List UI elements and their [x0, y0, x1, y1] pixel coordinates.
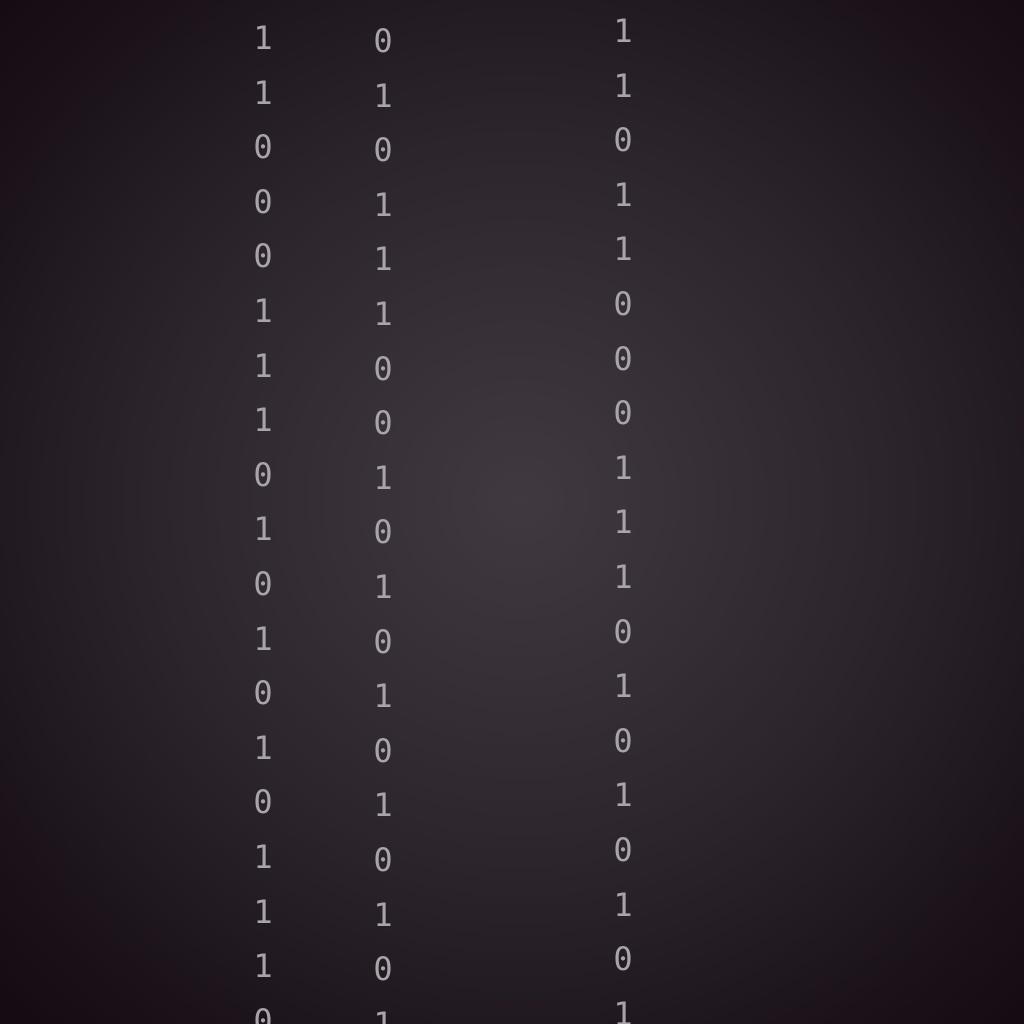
binary-digit: 0 [373, 513, 393, 552]
binary-digit: 0 [373, 950, 393, 989]
binary-digit: 0 [253, 237, 273, 276]
binary-digit: 0 [253, 1001, 273, 1024]
binary-digit: 0 [253, 674, 273, 713]
binary-digit: 1 [373, 1004, 393, 1024]
binary-digit: 0 [613, 830, 633, 869]
binary-digit: 1 [613, 667, 633, 706]
binary-digit: 1 [373, 458, 393, 497]
binary-digit: 1 [373, 294, 393, 333]
binary-digit: 1 [253, 510, 273, 549]
binary-digit: 1 [613, 448, 633, 487]
binary-digit: 1 [613, 175, 633, 214]
binary-column-1: 1 1 0 0 0 1 1 1 0 1 0 1 0 1 0 1 1 1 0 [243, 11, 283, 1024]
binary-digit: 0 [373, 840, 393, 879]
binary-digit: 0 [613, 284, 633, 323]
binary-digit: 1 [373, 567, 393, 606]
binary-digit: 1 [253, 291, 273, 330]
binary-column-2: 0 1 0 1 1 1 0 0 1 0 1 0 1 0 1 0 1 0 1 [363, 14, 403, 1024]
binary-digit: 0 [613, 121, 633, 160]
binary-digit: 1 [613, 885, 633, 924]
binary-digit: 1 [373, 786, 393, 825]
binary-digit: 1 [253, 837, 273, 876]
binary-digit: 1 [253, 947, 273, 986]
binary-digit: 1 [613, 557, 633, 596]
binary-digit: 0 [613, 612, 633, 651]
binary-digit: 1 [373, 677, 393, 716]
binary-digit: 1 [253, 401, 273, 440]
binary-digit: 1 [253, 728, 273, 767]
binary-digit: 1 [253, 346, 273, 385]
binary-digit: 1 [253, 73, 273, 112]
binary-digit: 1 [613, 66, 633, 105]
binary-digit: 1 [373, 76, 393, 115]
binary-digit: 0 [373, 731, 393, 770]
binary-digit: 0 [613, 394, 633, 433]
binary-column-3: 1 1 0 1 1 0 0 0 1 1 1 0 1 0 1 0 1 0 1 [603, 4, 643, 1024]
binary-digit: 0 [253, 182, 273, 221]
binary-digit: 1 [613, 230, 633, 269]
binary-digit: 1 [253, 619, 273, 658]
binary-digit: 1 [373, 185, 393, 224]
binary-digit: 0 [253, 783, 273, 822]
binary-digit: 1 [373, 240, 393, 279]
binary-digit: 1 [613, 776, 633, 815]
binary-digit: 1 [613, 994, 633, 1024]
binary-digit: 1 [253, 892, 273, 931]
binary-digit: 1 [613, 12, 633, 50]
binary-digit: 0 [613, 721, 633, 760]
binary-digit: 1 [253, 19, 273, 57]
binary-digit: 0 [253, 455, 273, 494]
binary-digit: 0 [373, 622, 393, 661]
binary-digit: 1 [373, 895, 393, 934]
binary-digit: 0 [613, 940, 633, 979]
binary-digit: 0 [373, 131, 393, 170]
binary-digit: 0 [373, 22, 393, 60]
binary-digit: 1 [613, 503, 633, 542]
binary-digit: 0 [253, 128, 273, 167]
binary-digit: 0 [253, 564, 273, 603]
binary-digit: 0 [613, 339, 633, 378]
binary-digit: 0 [373, 349, 393, 388]
binary-digit: 0 [373, 404, 393, 443]
